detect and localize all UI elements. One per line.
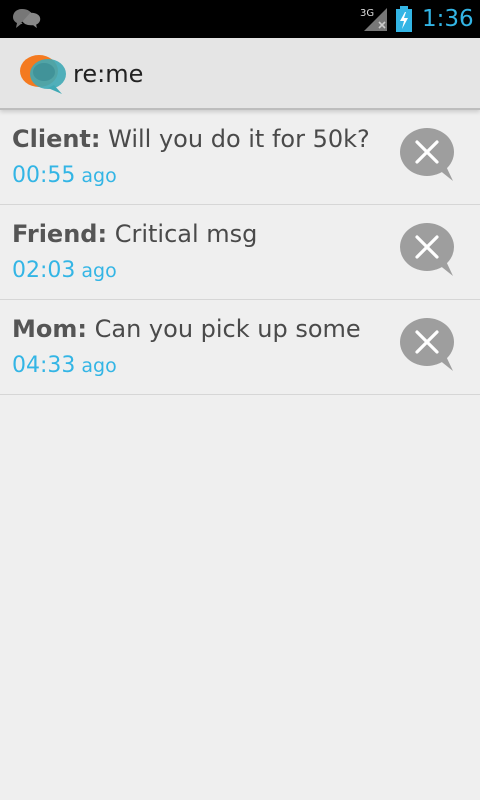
message-text: Will you do it for 50k? — [108, 125, 370, 153]
message-time-value: 02:03 — [12, 258, 76, 283]
message-text: Critical msg — [114, 220, 258, 248]
dismiss-button[interactable] — [400, 222, 456, 278]
message-time-suffix: ago — [81, 260, 117, 282]
close-icon — [400, 128, 454, 181]
dismiss-button[interactable] — [400, 127, 456, 183]
message-text: Can you pick up some — [94, 315, 361, 343]
message-list: Client: Will you do it for 50k? 00:55 ago… — [0, 110, 480, 395]
message-time-suffix: ago — [81, 355, 117, 377]
status-bar: 3G 1:36 — [0, 0, 480, 38]
message-sender: Mom: — [12, 315, 87, 343]
action-bar: re:me — [0, 38, 480, 110]
message-time: 00:55 ago — [12, 162, 117, 191]
message-time: 02:03 ago — [12, 257, 117, 286]
battery-charging-icon — [396, 6, 412, 32]
reme-logo-icon[interactable] — [18, 52, 68, 96]
close-icon — [400, 318, 454, 371]
message-line: Mom: Can you pick up some — [12, 313, 361, 345]
message-sender: Friend: — [12, 220, 108, 248]
message-time-suffix: ago — [81, 165, 117, 187]
list-item[interactable]: Mom: Can you pick up some 04:33 ago — [0, 300, 480, 395]
signal-3g-icon: 3G — [360, 8, 387, 31]
message-sender: Client: — [12, 125, 101, 153]
app-title: re:me — [73, 60, 144, 88]
status-time: 1:36 — [422, 6, 474, 32]
close-icon — [400, 223, 454, 276]
message-line: Client: Will you do it for 50k? — [12, 123, 370, 155]
message-line: Friend: Critical msg — [12, 218, 257, 250]
message-time-value: 04:33 — [12, 353, 76, 378]
message-time-value: 00:55 — [12, 163, 76, 188]
dismiss-button[interactable] — [400, 317, 456, 373]
message-time: 04:33 ago — [12, 352, 117, 381]
network-label: 3G — [360, 8, 374, 19]
list-item[interactable]: Client: Will you do it for 50k? 00:55 ago — [0, 110, 480, 205]
chat-notification-icon — [13, 9, 42, 31]
list-item[interactable]: Friend: Critical msg 02:03 ago — [0, 205, 480, 300]
